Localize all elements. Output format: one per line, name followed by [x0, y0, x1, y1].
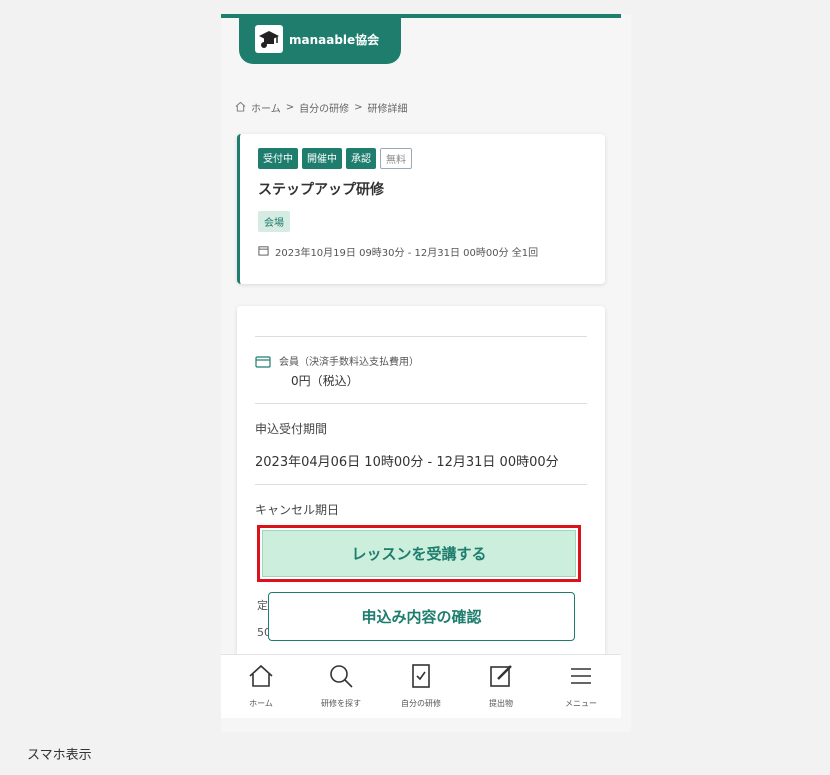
breadcrumb-current: 研修詳細	[367, 104, 408, 115]
partial-section-label: 定	[257, 599, 268, 612]
home-icon	[248, 664, 274, 692]
bottom-tab-bar: ホーム 研修を探す 自分の研修 提出物 メニュー	[221, 654, 621, 718]
tab-label: ホーム	[249, 699, 273, 708]
tab-label: メニュー	[565, 699, 597, 708]
tab-submissions[interactable]: 提出物	[466, 664, 536, 709]
fee-value: 0円（税込）	[291, 374, 359, 388]
tab-label: 自分の研修	[401, 699, 441, 708]
phone-screen: manaable協会 ホーム > 自分の研修 > 研修詳細 受付中 開催中 承認…	[221, 14, 631, 732]
breadcrumb-separator: >	[354, 102, 363, 113]
take-lesson-button-label[interactable]: レッスンを受講する	[262, 530, 576, 577]
home-outline-icon[interactable]	[235, 101, 246, 115]
logo-text: manaable協会	[289, 32, 380, 47]
venue-badge: 会場	[258, 211, 290, 232]
status-badge-accepting: 受付中	[258, 148, 298, 169]
tab-label: 提出物	[489, 699, 513, 708]
tab-search[interactable]: 研修を探す	[306, 664, 376, 709]
header-logo[interactable]: manaable協会	[239, 14, 401, 64]
breadcrumb-home[interactable]: ホーム	[251, 100, 281, 115]
divider	[255, 403, 587, 404]
course-summary-card: 受付中 開催中 承認 無料 ステップアップ研修 会場 2023年10月19日 0…	[237, 134, 605, 284]
breadcrumb: ホーム > 自分の研修 > 研修詳細	[235, 100, 407, 115]
divider	[255, 484, 587, 485]
application-period-value: 2023年04月06日 10時00分 - 12月31日 00時00分	[255, 455, 559, 470]
status-badge-in-session: 開催中	[302, 148, 342, 169]
tab-label: 研修を探す	[321, 699, 361, 708]
bookmark-check-icon	[408, 664, 434, 692]
page-caption: スマホ表示	[27, 748, 92, 763]
course-title: ステップアップ研修	[258, 182, 384, 198]
credit-card-icon	[255, 353, 271, 389]
graduation-cap-icon	[255, 25, 283, 53]
fee-label: 会員（決済手数料込支払費用）	[279, 357, 419, 368]
breadcrumb-separator: >	[285, 102, 295, 113]
status-tags: 受付中 開催中 承認 無料	[258, 148, 587, 169]
course-schedule: 2023年10月19日 09時30分 - 12月31日 00時00分 全1回	[258, 244, 587, 259]
search-icon	[328, 664, 354, 692]
tab-home[interactable]: ホーム	[226, 664, 296, 709]
confirm-application-button[interactable]: 申込み内容の確認	[268, 592, 575, 641]
schedule-text: 2023年10月19日 09時30分 - 12月31日 00時00分 全1回	[275, 248, 539, 259]
menu-icon	[568, 664, 594, 692]
cancel-deadline-label: キャンセル期日	[255, 503, 340, 517]
fee-row: 会員（決済手数料込支払費用） 0円（税込）	[255, 337, 587, 389]
breadcrumb-my-courses[interactable]: 自分の研修	[299, 100, 349, 115]
status-badge-approved: 承認	[346, 148, 376, 169]
calendar-icon	[258, 245, 269, 259]
tab-menu[interactable]: メニュー	[546, 664, 616, 709]
tab-my-courses[interactable]: 自分の研修	[386, 664, 456, 709]
take-lesson-button[interactable]: レッスンを受講する	[257, 525, 581, 582]
status-badge-free: 無料	[380, 148, 412, 169]
edit-icon	[488, 664, 514, 692]
application-period-label: 申込受付期間	[255, 422, 328, 436]
